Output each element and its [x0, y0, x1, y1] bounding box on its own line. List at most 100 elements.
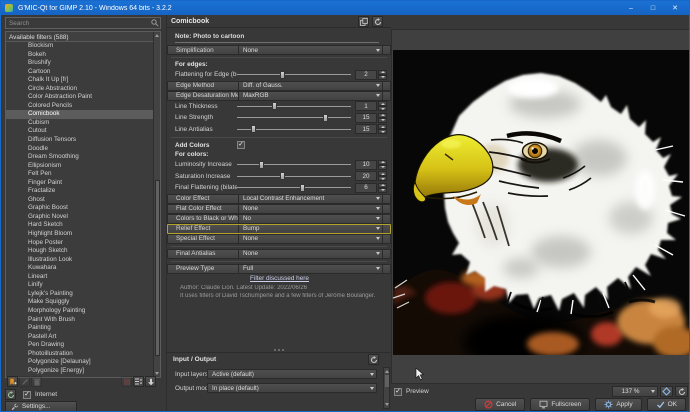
slider-thumb[interactable] [323, 114, 328, 122]
internet-checkbox[interactable]: ✓ [23, 391, 31, 399]
param-slider[interactable] [237, 70, 351, 80]
filter-list-item[interactable]: Pen Drawing [6, 341, 153, 350]
scroll-down-icon[interactable] [385, 403, 389, 406]
filter-list-item[interactable]: Highlight Bloom [6, 230, 153, 239]
filter-list-item[interactable]: Kuwahara [6, 264, 153, 273]
param-spinbox[interactable]: 15 [355, 113, 377, 123]
filter-list-item[interactable]: Illustration Look [6, 256, 153, 265]
spin-down-icon[interactable] [378, 129, 387, 134]
fullscreen-button[interactable]: Fullscreen [530, 398, 590, 411]
scrollbar-thumb[interactable] [155, 180, 160, 356]
scroll-up-icon[interactable] [155, 34, 159, 37]
filter-list-item[interactable]: Color Abstraction Paint [6, 93, 153, 102]
filter-list-item[interactable]: Hard Sketch [6, 221, 153, 230]
filter-list-item[interactable]: Diffusion Tensors [6, 136, 153, 145]
filter-list-item[interactable]: Make Squiggly [6, 298, 153, 307]
io-reset-button[interactable] [368, 354, 379, 365]
minimize-button[interactable]: – [621, 2, 641, 14]
filter-list-item[interactable]: Polygonize [Delaunay] [6, 358, 153, 367]
filter-list-item[interactable]: Painting [6, 324, 153, 333]
param-spinbox[interactable]: 10 [355, 160, 377, 170]
filter-list-item[interactable]: Blockism [6, 42, 153, 51]
param-dropdown[interactable]: No [238, 214, 383, 224]
input-layers-dropdown[interactable]: Active (default) [207, 369, 377, 379]
slider-thumb[interactable] [259, 161, 264, 169]
close-button[interactable]: ✕ [665, 2, 685, 14]
param-spinbox[interactable]: 6 [355, 183, 377, 193]
spin-down-icon[interactable] [378, 106, 387, 111]
filter-list-item[interactable]: Cutout [6, 127, 153, 136]
filter-list-item[interactable]: Comicbook [6, 110, 153, 119]
filter-list-item[interactable]: Dream Smoothing [6, 153, 153, 162]
filter-list-item[interactable]: Brushify [6, 59, 153, 68]
filter-list-item[interactable]: Lineart [6, 273, 153, 282]
filter-list-item[interactable]: Bokeh [6, 51, 153, 60]
param-slider[interactable] [237, 113, 351, 123]
param-slider[interactable] [237, 171, 351, 181]
filter-list-item[interactable]: Linify [6, 281, 153, 290]
filter-tree-header[interactable]: Available filters (588) [6, 32, 160, 42]
filter-list-item[interactable]: Photoillustration [6, 350, 153, 359]
filter-list-item[interactable]: Cartoon [6, 68, 153, 77]
param-dropdown[interactable]: None [238, 249, 383, 259]
io-scrollbar[interactable] [383, 367, 390, 409]
filter-list-item[interactable]: Fractalize [6, 187, 153, 196]
spin-down-icon[interactable] [378, 118, 387, 123]
preview-checkbox[interactable]: ✓ [394, 388, 402, 396]
filter-list-item[interactable]: Doodle [6, 145, 153, 154]
copy-parameters-button[interactable] [358, 16, 369, 27]
param-slider[interactable] [237, 160, 351, 170]
slider-thumb[interactable] [280, 71, 285, 79]
expand-collapse-button[interactable] [133, 376, 144, 387]
param-slider[interactable] [237, 101, 351, 111]
add-fave-button[interactable] [7, 376, 18, 387]
scroll-down-icon[interactable] [155, 372, 159, 375]
filter-list-item[interactable]: Polygonize [Energy] [6, 367, 153, 376]
zoom-reset-button[interactable] [675, 386, 688, 397]
filter-list-item[interactable]: Cubism [6, 119, 153, 128]
clear-button[interactable] [121, 376, 132, 387]
reset-filter-button[interactable] [372, 16, 383, 27]
maximize-button[interactable]: □ [643, 2, 663, 14]
filter-list-item[interactable]: Ghost [6, 196, 153, 205]
param-dropdown[interactable]: None [238, 204, 383, 214]
param-dropdown[interactable]: MaxRGB [238, 91, 383, 101]
ok-button[interactable]: OK [647, 398, 686, 411]
filter-list-item[interactable]: Graphic Novel [6, 213, 153, 222]
spin-down-icon[interactable] [378, 176, 387, 181]
filter-list-item[interactable]: Pastell Art [6, 333, 153, 342]
param-dropdown[interactable]: Local Contrast Enhancement [238, 194, 383, 204]
param-spinbox[interactable]: 1 [355, 101, 377, 111]
param-dropdown[interactable]: None [238, 234, 383, 244]
spin-down-icon[interactable] [378, 188, 387, 193]
param-checkbox[interactable]: ✓ [237, 141, 245, 149]
filter-list-item[interactable]: Colored Pencils [6, 102, 153, 111]
param-dropdown[interactable]: None [238, 45, 383, 55]
scroll-to-filter-button[interactable] [145, 376, 156, 387]
param-spinbox[interactable]: 15 [355, 124, 377, 134]
filter-list-item[interactable]: Hough Sketch [6, 247, 153, 256]
settings-button[interactable]: Settings... [5, 401, 77, 412]
filter-list-item[interactable]: Finger Paint [6, 179, 153, 188]
filter-list-item[interactable]: Circle Abstraction [6, 85, 153, 94]
filter-list-item[interactable]: Hope Poster [6, 239, 153, 248]
filter-list-item[interactable]: Ellipsionism [6, 162, 153, 171]
update-filters-button[interactable] [5, 389, 16, 400]
rename-fave-button[interactable] [19, 376, 30, 387]
discussion-link[interactable]: Filter discussed here [250, 275, 309, 282]
scroll-up-icon[interactable] [385, 370, 389, 373]
param-slider[interactable] [237, 183, 351, 193]
filter-list-scrollbar[interactable] [153, 32, 160, 377]
slider-thumb[interactable] [280, 172, 285, 180]
filter-list-item[interactable]: Morphology Painting [6, 307, 153, 316]
zoom-level-dropdown[interactable]: 137 % [612, 386, 658, 397]
param-dropdown[interactable]: Diff. of Gauss. [238, 81, 383, 91]
param-spinbox[interactable]: 20 [355, 171, 377, 181]
filter-list-item[interactable]: Graphic Boost [6, 204, 153, 213]
param-spinbox[interactable]: 2 [355, 70, 377, 80]
cancel-button[interactable]: Cancel [475, 398, 525, 411]
slider-thumb[interactable] [251, 125, 256, 133]
param-dropdown[interactable]: Bump [238, 224, 383, 234]
zoom-fit-button[interactable] [660, 386, 673, 397]
spin-down-icon[interactable] [378, 165, 387, 170]
